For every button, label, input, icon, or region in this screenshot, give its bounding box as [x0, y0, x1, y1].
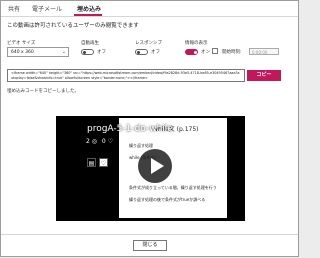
autoplay-label: 自動再生: [81, 41, 99, 46]
active-tab-indicator: [74, 14, 102, 16]
video-size-label: ビデオ サイズ: [7, 41, 36, 46]
footer-divider: [1, 234, 298, 235]
play-icon: [151, 158, 164, 174]
responsive-state: オフ: [151, 50, 160, 55]
video-title: progA-5-1-do-while: [87, 124, 173, 134]
responsive-label: レスポンシブ: [135, 41, 162, 46]
copy-button[interactable]: コピー: [247, 70, 281, 81]
show-info-label: 情報の表示: [185, 41, 208, 46]
toggle-knob: [83, 50, 86, 54]
views-count: 2: [86, 138, 90, 145]
slide-line: 条件式が成り立っている間，繰り返す処理を行う: [129, 185, 217, 190]
copied-message: 埋め込みコードをコピーしました。: [7, 89, 79, 94]
play-button[interactable]: [138, 149, 172, 183]
slide-line: 繰り返す処理の後で条件式がtrueか調べる: [129, 197, 206, 202]
tab-embed[interactable]: 埋め込み: [77, 4, 101, 13]
tab-email[interactable]: 電子メール: [32, 4, 62, 13]
video-stats: 2 ◎ 0 ♡: [86, 138, 113, 145]
embed-code-textarea[interactable]: <iframe width="640" height="360" src="ht…: [7, 69, 245, 82]
video-size-value: 640 x 360: [11, 49, 34, 55]
embed-dialog: 共有 電子メール 埋め込み この動画は許可されているユーザーのみ閲覧できます ビ…: [0, 0, 299, 257]
bookmark-icon[interactable]: ▤: [87, 158, 96, 167]
toggle-knob: [137, 50, 140, 54]
video-preview[interactable]: while文 (p.175) 繰り返す処理 while (条件式) 条件式が成り…: [56, 116, 245, 221]
toggle-knob: [194, 50, 197, 54]
start-time-label: 開始時刻:: [222, 50, 242, 55]
permission-info-text: この動画は許可されているユーザーのみ閲覧できます: [7, 23, 139, 29]
chevron-down-icon: ⌄: [61, 49, 66, 55]
heart-outline-icon: ♡: [107, 138, 114, 145]
show-info-state: オン: [201, 50, 210, 55]
start-time-input[interactable]: 0:00:00: [249, 48, 279, 55]
start-time-checkbox[interactable]: [212, 48, 218, 54]
responsive-toggle[interactable]: [135, 49, 148, 55]
likes-count: 0: [101, 138, 106, 145]
autoplay-toggle[interactable]: [81, 49, 94, 55]
tab-bar: 共有 電子メール 埋め込み: [1, 1, 298, 17]
close-button[interactable]: 閉じる: [133, 240, 167, 251]
tab-share[interactable]: 共有: [8, 4, 20, 13]
eye-icon: ◎: [91, 138, 97, 145]
video-size-select[interactable]: 640 x 360 ⌄: [7, 47, 69, 57]
autoplay-state: オフ: [97, 50, 106, 55]
show-info-toggle[interactable]: [185, 49, 198, 55]
heart-icon[interactable]: ♡: [99, 158, 108, 167]
